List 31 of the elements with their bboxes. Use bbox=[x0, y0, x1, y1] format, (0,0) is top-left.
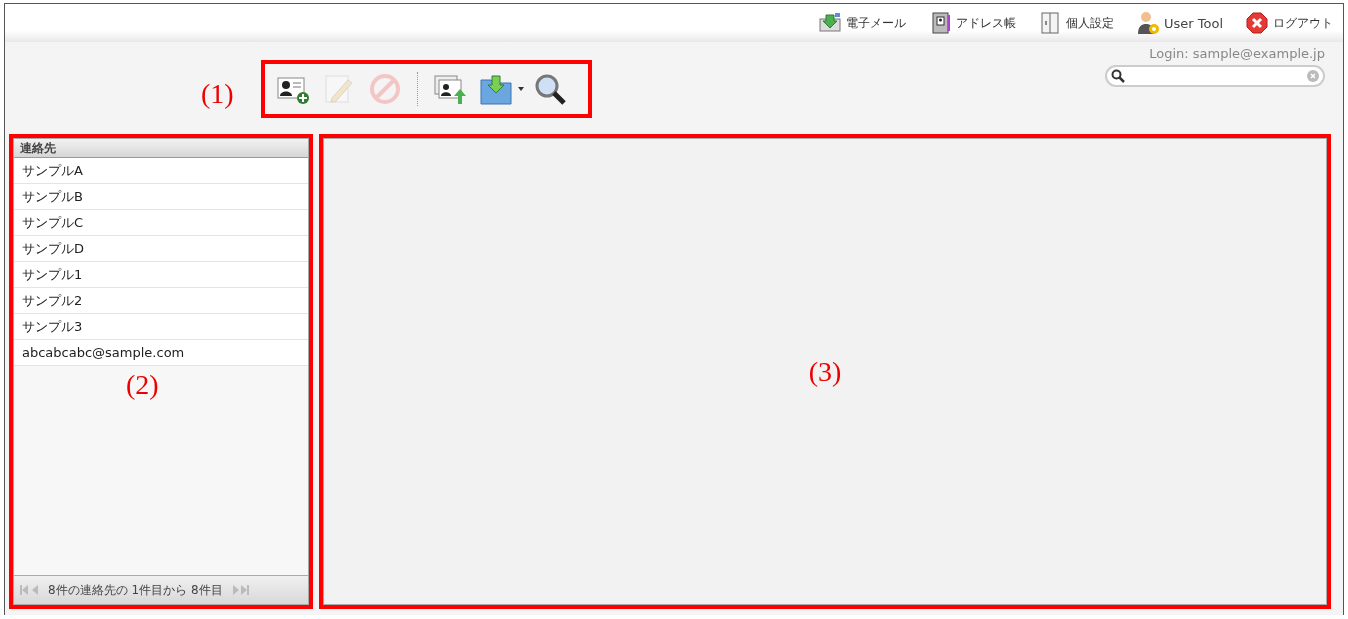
column-header: 連絡先 bbox=[14, 139, 308, 158]
mail-tray-icon bbox=[818, 11, 842, 35]
top-menu-item[interactable]: 電子メール bbox=[818, 11, 906, 35]
contact-item[interactable]: サンプルB bbox=[14, 184, 308, 210]
clear-icon[interactable] bbox=[1307, 70, 1319, 82]
top-menu-item[interactable]: 個人設定 bbox=[1038, 11, 1114, 35]
caret-icon[interactable] bbox=[518, 87, 524, 91]
cards-upload-icon bbox=[433, 72, 467, 106]
user-gear-icon bbox=[1136, 11, 1160, 35]
contact-item[interactable]: サンプルC bbox=[14, 210, 308, 236]
pager-text: 8件の連絡先の 1件目から 8件目 bbox=[48, 581, 223, 599]
contact-item[interactable]: サンプルD bbox=[14, 236, 308, 262]
contact-item[interactable]: サンプル3 bbox=[14, 314, 308, 340]
contact-item[interactable]: サンプルA bbox=[14, 158, 308, 184]
callout-label: (3) bbox=[808, 355, 842, 388]
panel-icon bbox=[1038, 11, 1062, 35]
prohibited-icon bbox=[368, 72, 402, 106]
search-field[interactable] bbox=[1105, 65, 1325, 87]
contact-item[interactable]: サンプル1 bbox=[14, 262, 308, 288]
callout-label: (2) bbox=[126, 369, 159, 401]
close-octagon-icon bbox=[1245, 11, 1269, 35]
contact-item[interactable]: abcabcabc@sample.com bbox=[14, 340, 308, 366]
top-menu-item[interactable]: アドレス帳 bbox=[928, 11, 1016, 35]
contact-item[interactable]: サンプル2 bbox=[14, 288, 308, 314]
callout-label: (1) bbox=[201, 78, 234, 110]
login-text: Login: sample@example.jp bbox=[1149, 46, 1325, 61]
search-icon bbox=[1111, 69, 1125, 83]
folder-download-icon bbox=[479, 72, 513, 106]
top-menu-item[interactable]: ログアウト bbox=[1245, 11, 1333, 35]
magnifier-icon bbox=[533, 72, 567, 106]
top-menu-item[interactable]: User Tool bbox=[1136, 11, 1223, 35]
